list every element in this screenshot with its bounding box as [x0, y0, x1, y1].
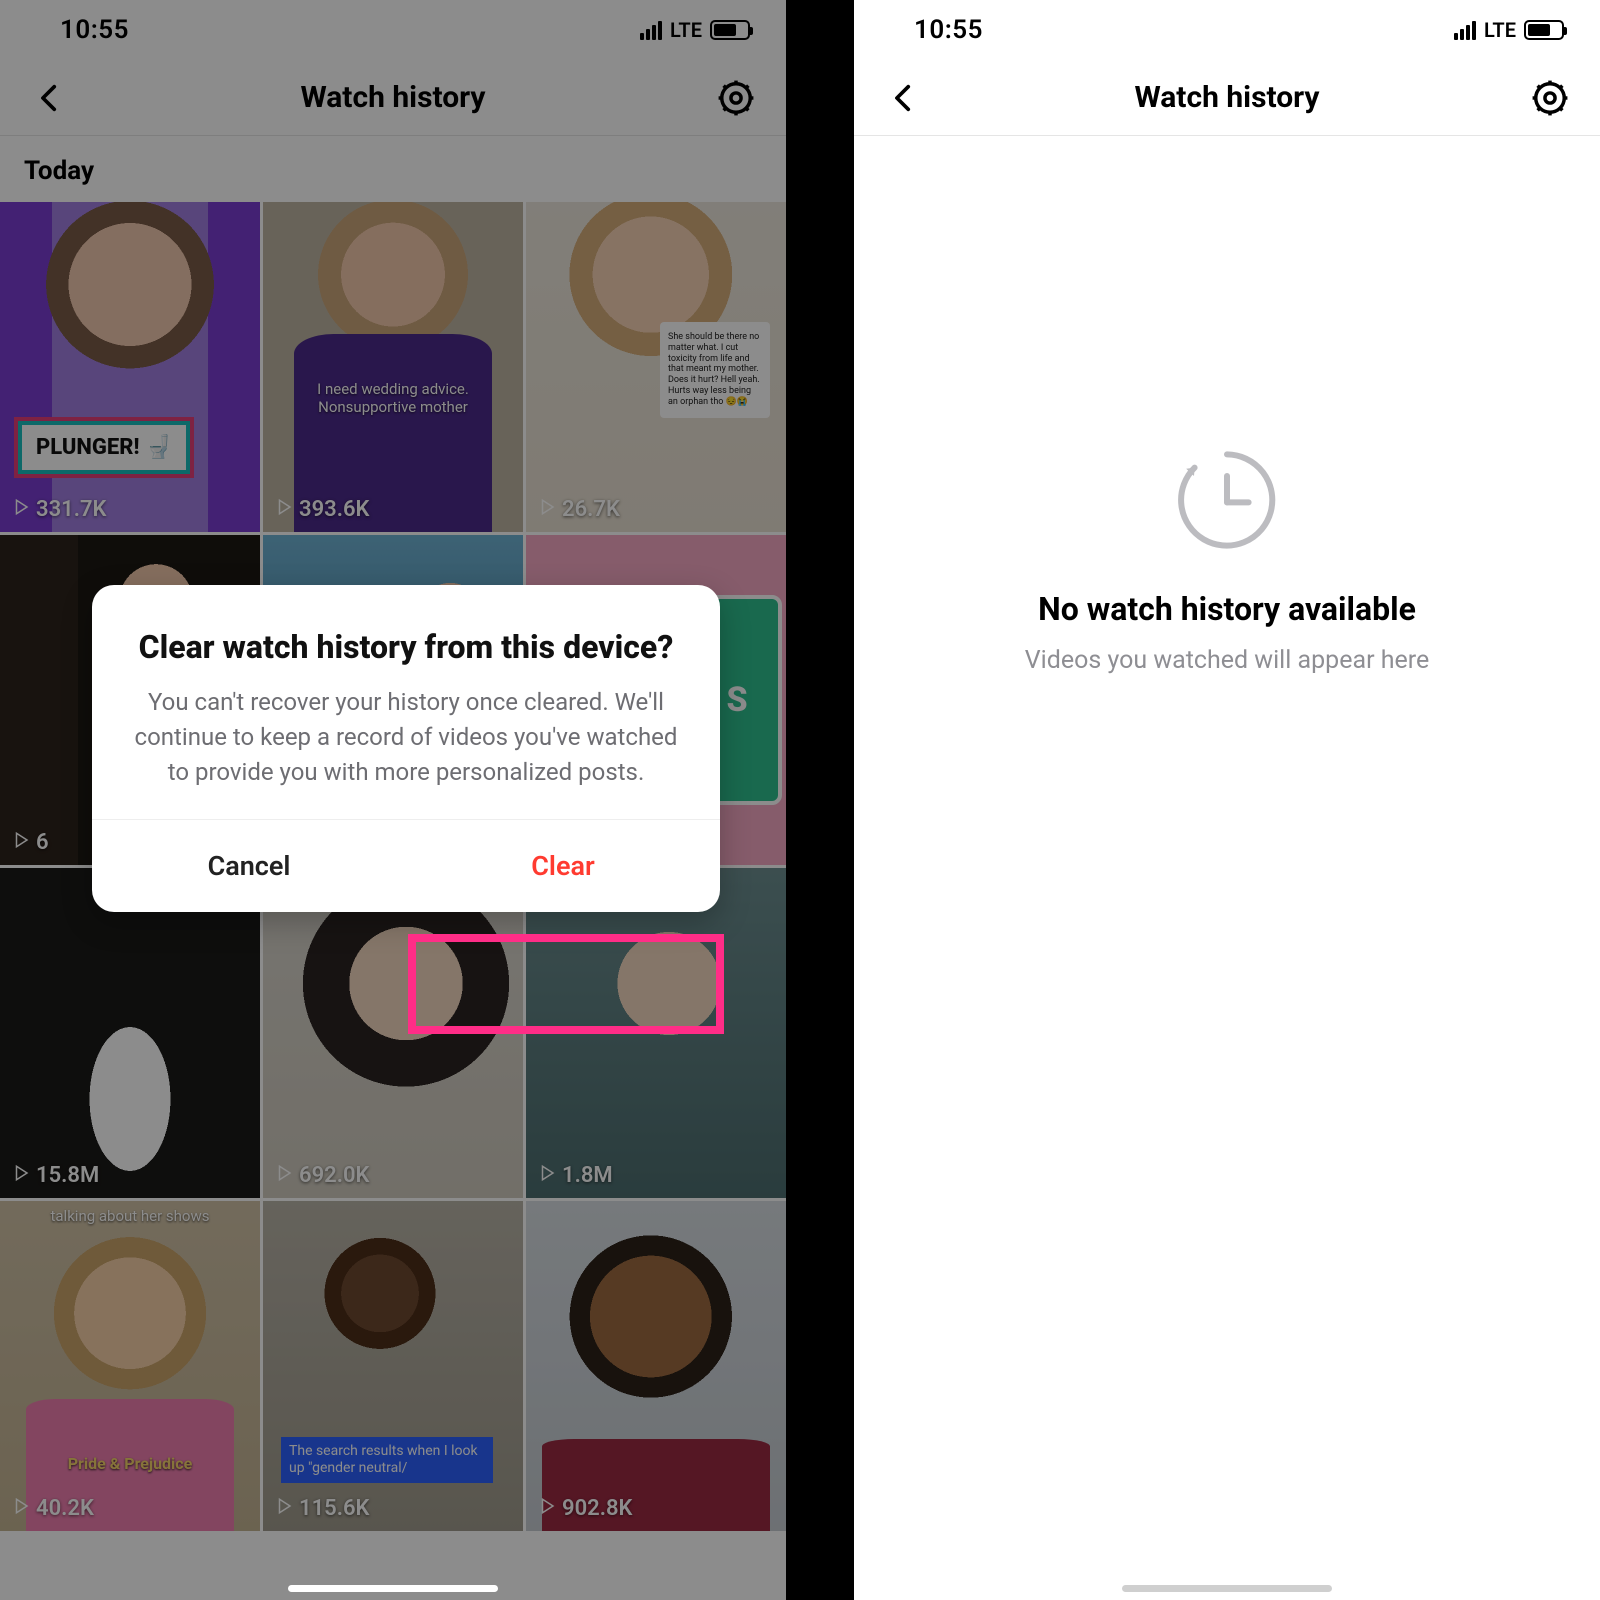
- dialog-title: Clear watch history from this device?: [92, 585, 720, 677]
- screenshot-left: 10:55 LTE Watch history Today PLUNGER! 🚽…: [0, 0, 786, 1600]
- clear-button[interactable]: Clear: [406, 820, 720, 912]
- screenshot-right: 10:55 LTE Watch history: [854, 0, 1600, 1600]
- cellular-bars-icon: [1454, 21, 1476, 40]
- home-indicator[interactable]: [1122, 1585, 1332, 1592]
- chevron-left-icon: [887, 81, 921, 115]
- page-title: Watch history: [1134, 80, 1319, 115]
- cancel-button[interactable]: Cancel: [92, 820, 406, 912]
- settings-button[interactable]: [1530, 78, 1570, 118]
- dialog-buttons: Cancel Clear: [92, 819, 720, 912]
- nav-bar: Watch history: [854, 60, 1600, 136]
- battery-icon: [1524, 20, 1564, 40]
- back-button[interactable]: [884, 78, 924, 118]
- home-indicator[interactable]: [288, 1585, 498, 1592]
- empty-title: No watch history available: [854, 590, 1600, 628]
- network-label: LTE: [1484, 18, 1516, 42]
- history-empty-icon: [1167, 440, 1287, 560]
- status-icons: LTE: [1454, 18, 1564, 42]
- status-time: 10:55: [914, 15, 983, 45]
- status-bar: 10:55 LTE: [854, 0, 1600, 60]
- empty-state: No watch history available Videos you wa…: [854, 440, 1600, 675]
- gear-icon: [1531, 79, 1569, 117]
- confirm-dialog: Clear watch history from this device? Yo…: [92, 585, 720, 912]
- dialog-message: You can't recover your history once clea…: [92, 677, 720, 819]
- empty-subtitle: Videos you watched will appear here: [854, 646, 1600, 675]
